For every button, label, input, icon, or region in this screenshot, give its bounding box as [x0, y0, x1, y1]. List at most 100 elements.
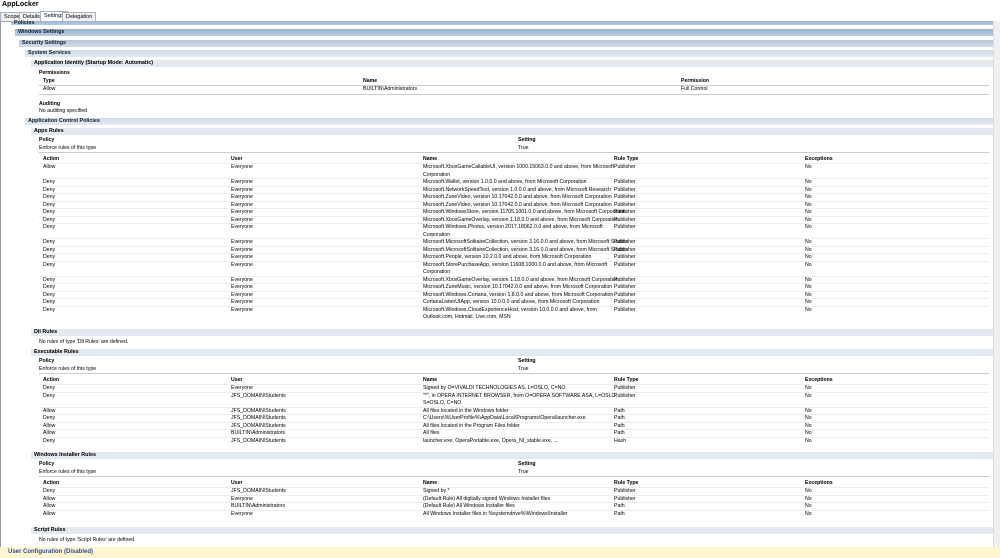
rule-cell-rule-type: Publisher [614, 261, 636, 268]
auditing-heading: Auditing [39, 101, 61, 107]
rules-col-name: Name [423, 479, 438, 486]
rule-cell-rule-type: Publisher [614, 164, 636, 170]
section-security-settings[interactable]: Security Settings [19, 40, 994, 47]
rules-col-action: Action [43, 376, 60, 383]
rule-cell-user: Everyone [231, 306, 253, 313]
rules-header-row: Action User Name Rule Type Exceptions [39, 480, 989, 488]
rules-col-user: User [231, 479, 243, 486]
rule-cell-user: JFS_DOMAIN\Students [231, 392, 286, 399]
rules-col-exceptions: Exceptions [805, 155, 833, 162]
rule-cell-name: Microsoft.XboxGameCallableUI, version 10… [423, 164, 614, 170]
policy-col-label: Policy [39, 358, 55, 364]
enforce-value: True [518, 144, 529, 151]
section-dll-rules[interactable]: Dll Rules [31, 329, 994, 336]
rule-cell-rule-type: Publisher [614, 224, 636, 230]
rule-cell-user: Everyone [231, 510, 253, 517]
rules-col-rule-type: Rule Type [614, 479, 639, 486]
permissions-row: Allow BUILTIN\Administrators Full Contro… [39, 85, 989, 95]
rule-cell-rule-type: Hash [614, 437, 627, 444]
enforce-value: True [518, 365, 529, 372]
section-windows-installer-rules[interactable]: Windows Installer Rules [31, 452, 994, 459]
script-none-text: No rules of type 'Script Rules' are defi… [39, 537, 136, 543]
rules-col-rule-type: Rule Type [614, 155, 639, 162]
rule-cell-action: Deny [43, 392, 56, 399]
section-script-rules[interactable]: Script Rules [31, 527, 994, 534]
rule-row[interactable]: Deny Everyone Microsoft.Windows.Photos, ve… [39, 223, 989, 239]
rules-col-name: Name [423, 376, 438, 383]
policy-header-row: Policy Setting [39, 137, 989, 145]
dll-none-text: No rules of type 'Dll Rules' are defined… [39, 339, 129, 345]
section-app-control-policies[interactable]: Application Control Policies [25, 118, 994, 125]
no-auditing-text: No auditing specified [39, 108, 88, 114]
setting-col-label: Setting [518, 137, 536, 143]
policy-enforce-row: Enforce rules of this type True [39, 468, 989, 477]
rules-col-exceptions: Exceptions [805, 376, 833, 383]
rules-col-user: User [231, 376, 243, 383]
policy-col-label: Policy [39, 461, 55, 467]
section-app-identity[interactable]: Application Identity (Startup Mode: Auto… [31, 60, 994, 67]
rule-cell-user: Everyone [231, 261, 253, 268]
rule-cell-name-cont: Outlook.com, Hotmail, Live.com, MSN [423, 314, 511, 320]
rule-row[interactable]: Deny JFS_DOMAIN\Students "*", in OPERA INT… [39, 391, 989, 408]
enforce-label: Enforce rules of this type [39, 468, 97, 475]
rule-cell-action: Deny [43, 224, 56, 230]
rule-cell-rule-type: Publisher [614, 392, 636, 399]
rule-cell-user: JFS_DOMAIN\Students [231, 437, 286, 444]
rule-cell-user: Everyone [231, 224, 253, 230]
rules-header-row: Action User Name Rule Type Exceptions [39, 156, 989, 164]
permissions-heading: Permissions [39, 70, 70, 76]
rule-cell-name: "*", in OPERA INTERNET BROWSER, from O=O… [423, 392, 617, 399]
rule-cell-name: launcher.exe, OperaPortable.exe, Opera_N… [423, 437, 558, 444]
policy-enforce-row: Enforce rules of this type True [39, 365, 989, 374]
rule-row[interactable]: Allow Everyone All Windows Installer files… [39, 509, 989, 519]
rule-cell-action: Deny [43, 306, 56, 313]
rule-cell-exceptions: No [805, 306, 812, 313]
rule-cell-exceptions: No [805, 437, 812, 444]
enforce-label: Enforce rules of this type [39, 144, 97, 151]
rule-row[interactable]: Deny Everyone Microsoft.StorePurchaseApp, … [39, 260, 989, 277]
rule-row[interactable]: Deny Everyone Microsoft.Windows.CloudExper… [39, 305, 989, 322]
section-windows-settings[interactable]: Windows Settings [15, 29, 994, 36]
policy-header-row: Policy Setting [39, 461, 989, 469]
setting-col-label: Setting [518, 358, 536, 364]
setting-col-label: Setting [518, 461, 536, 467]
rule-cell-exceptions: No [805, 164, 812, 170]
policy-col-label: Policy [39, 137, 55, 143]
rules-col-name: Name [423, 155, 438, 162]
rule-cell-exceptions: No [805, 261, 812, 268]
section-executable-rules[interactable]: Executable Rules [31, 349, 994, 356]
user-configuration-section[interactable]: User Configuration (Disabled) [0, 547, 1000, 558]
rules-col-user: User [231, 155, 243, 162]
perm-name: BUILTIN\Administrators [363, 86, 418, 92]
section-appx-rules[interactable]: Appx Rules [31, 128, 994, 135]
rules-header-row: Action User Name Rule Type Exceptions [39, 377, 989, 385]
rules-col-action: Action [43, 479, 60, 486]
enforce-label: Enforce rules of this type [39, 365, 97, 372]
policy-header-row: Policy Setting [39, 358, 989, 366]
tab-delegation[interactable]: Delegation [62, 12, 97, 21]
section-policies[interactable]: Policies [11, 20, 994, 26]
section-system-services[interactable]: System Services [25, 50, 994, 57]
perm-permission: Full Control [681, 86, 708, 92]
rule-cell-name: Microsoft.Windows.Photos, version 2017.1… [423, 224, 603, 230]
rule-cell-name: All Windows Installer files in %systemdr… [423, 510, 568, 517]
rules-col-action: Action [43, 155, 60, 162]
perm-type: Allow [43, 86, 56, 92]
enforce-value: True [518, 468, 529, 475]
vertical-scrollbar[interactable] [993, 21, 1000, 547]
rule-row[interactable]: Allow Everyone Microsoft.XboxGameCallableU… [39, 163, 989, 179]
rule-cell-name: Microsoft.Windows.CloudExperienceHost, v… [423, 306, 597, 313]
rule-cell-exceptions: No [805, 224, 812, 230]
policy-enforce-row: Enforce rules of this type True [39, 144, 989, 153]
rule-row[interactable]: Deny JFS_DOMAIN\Students launcher.exe, Ope… [39, 436, 989, 446]
rule-cell-user: Everyone [231, 164, 253, 170]
settings-report: Policies Windows Settings Security Setti… [0, 20, 1000, 558]
rule-cell-rule-type: Path [614, 510, 625, 517]
rule-cell-exceptions: No [805, 392, 812, 399]
rule-cell-action: Deny [43, 261, 56, 268]
rule-cell-rule-type: Publisher [614, 306, 636, 313]
rule-cell-action: Allow [43, 510, 56, 517]
window-title: AppLocker [0, 0, 1000, 11]
rule-cell-action: Allow [43, 164, 56, 170]
rule-cell-exceptions: No [805, 510, 812, 517]
